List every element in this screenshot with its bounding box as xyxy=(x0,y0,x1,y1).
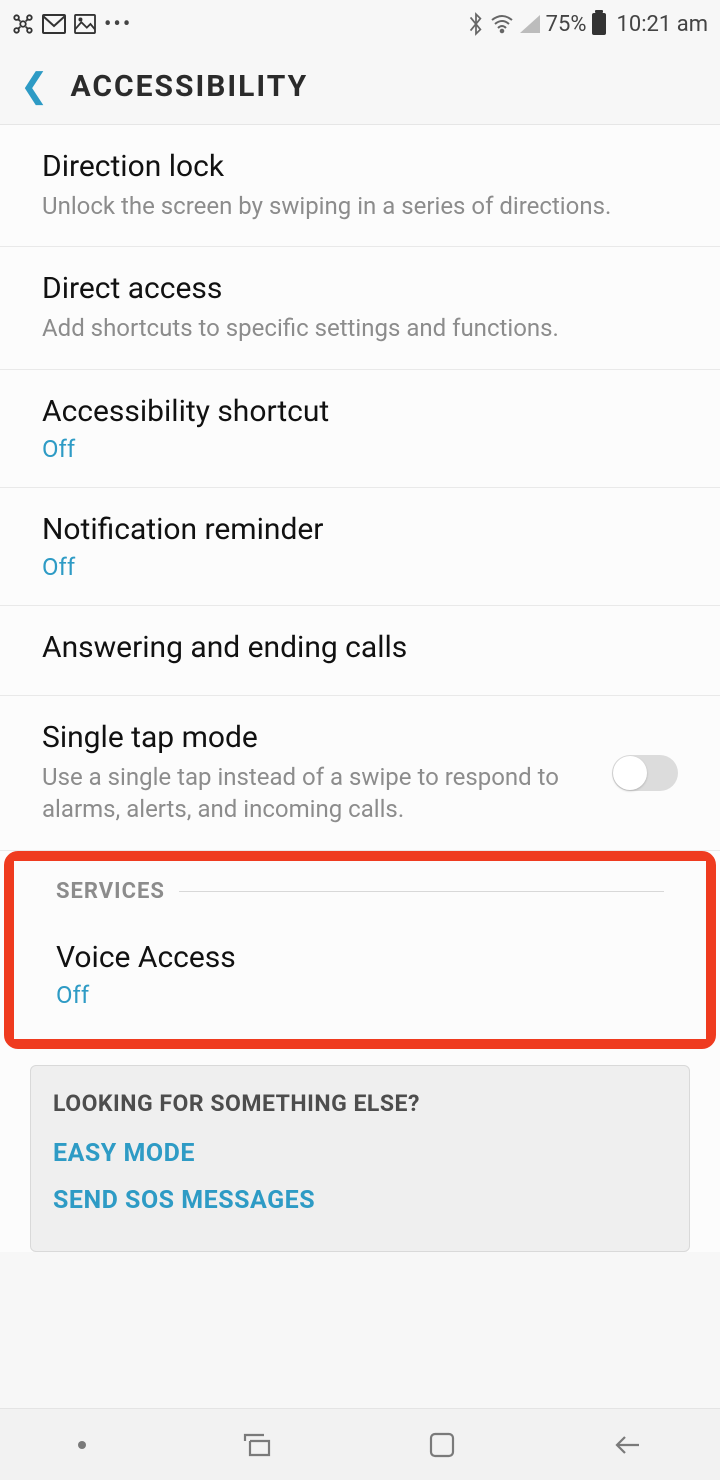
item-notification-reminder[interactable]: Notification reminder Off xyxy=(0,488,720,606)
toggle-knob xyxy=(613,756,647,790)
item-title: Single tap mode xyxy=(42,720,592,755)
item-direction-lock[interactable]: Direction lock Unlock the screen by swip… xyxy=(0,125,720,247)
item-single-tap[interactable]: Single tap mode Use a single tap instead… xyxy=(0,696,720,851)
nav-bar xyxy=(0,1408,720,1480)
signal-icon xyxy=(520,15,540,33)
item-answering-calls[interactable]: Answering and ending calls xyxy=(0,606,720,696)
battery-percent: 75% xyxy=(546,12,587,37)
item-state: Off xyxy=(42,435,678,463)
item-subtitle: Add shortcuts to specific settings and f… xyxy=(42,312,678,344)
single-tap-toggle[interactable] xyxy=(612,755,678,791)
back-icon[interactable] xyxy=(612,1433,642,1457)
item-title: Notification reminder xyxy=(42,512,678,547)
app-icon xyxy=(12,13,34,35)
more-icon: ••• xyxy=(104,12,132,37)
footer-card: LOOKING FOR SOMETHING ELSE? EASY MODE SE… xyxy=(30,1065,690,1252)
item-voice-access[interactable]: Voice Access Off xyxy=(14,916,706,1039)
item-direct-access[interactable]: Direct access Add shortcuts to specific … xyxy=(0,247,720,369)
app-header: ❮ ACCESSIBILITY xyxy=(0,48,720,124)
bluetooth-icon xyxy=(468,12,484,36)
footer-title: LOOKING FOR SOMETHING ELSE? xyxy=(53,1090,667,1117)
section-divider xyxy=(179,891,664,892)
services-highlight: SERVICES Voice Access Off xyxy=(4,851,716,1049)
page-title: ACCESSIBILITY xyxy=(71,69,309,104)
battery-icon xyxy=(592,13,606,35)
section-header-services: SERVICES xyxy=(14,861,706,916)
item-subtitle: Unlock the screen by swiping in a series… xyxy=(42,190,678,222)
item-state: Off xyxy=(42,553,678,581)
image-icon xyxy=(74,14,96,34)
recents-icon[interactable] xyxy=(242,1432,272,1458)
item-title: Direct access xyxy=(42,271,678,306)
back-button[interactable]: ❮ xyxy=(20,69,49,103)
clock: 10:21 am xyxy=(616,12,708,37)
home-icon[interactable] xyxy=(428,1431,456,1459)
status-left: ••• xyxy=(12,12,132,37)
mail-icon xyxy=(42,14,66,34)
link-send-sos[interactable]: SEND SOS MESSAGES xyxy=(53,1186,667,1215)
item-title: Answering and ending calls xyxy=(42,630,678,665)
item-state: Off xyxy=(56,981,664,1009)
status-bar: ••• 75% 10:21 am xyxy=(0,0,720,48)
item-title: Accessibility shortcut xyxy=(42,394,678,429)
item-title: Direction lock xyxy=(42,149,678,184)
link-easy-mode[interactable]: EASY MODE xyxy=(53,1139,667,1168)
item-subtitle: Use a single tap instead of a swipe to r… xyxy=(42,761,592,826)
status-right: 75% 10:21 am xyxy=(468,12,708,37)
item-title: Voice Access xyxy=(56,940,664,975)
section-label: SERVICES xyxy=(56,879,165,904)
settings-list: Direction lock Unlock the screen by swip… xyxy=(0,124,720,1252)
wifi-icon xyxy=(490,14,514,34)
item-accessibility-shortcut[interactable]: Accessibility shortcut Off xyxy=(0,370,720,488)
nav-dot-icon[interactable] xyxy=(78,1441,86,1449)
